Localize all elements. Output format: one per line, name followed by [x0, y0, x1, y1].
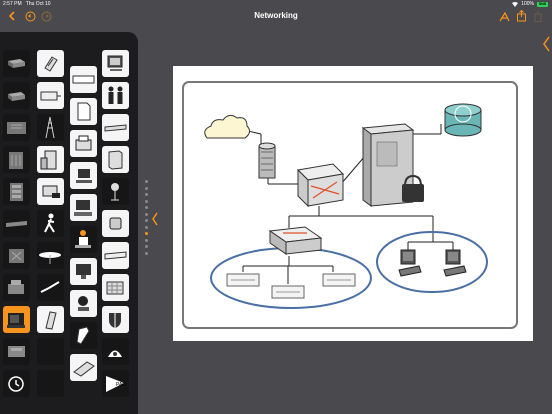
nav-bar: Networking — [0, 8, 552, 24]
laptop-icon[interactable] — [70, 290, 97, 317]
status-date: Thu Oct 10 — [25, 1, 51, 7]
fiber-switch-icon[interactable] — [3, 146, 30, 173]
page-dot[interactable] — [145, 186, 148, 190]
switch-icon — [268, 226, 323, 255]
ethernet-switch-icon[interactable] — [70, 66, 97, 93]
rack-unit-icon — [226, 273, 260, 287]
workstation-icon — [443, 249, 467, 277]
building-icon[interactable] — [37, 146, 64, 173]
trash-icon — [534, 11, 542, 22]
workstation-icon — [398, 249, 422, 277]
monitor-icon[interactable] — [70, 258, 97, 285]
page-dot[interactable] — [145, 238, 148, 242]
fax-icon[interactable] — [70, 130, 97, 157]
router-icon — [296, 163, 345, 208]
tablet-pc-icon[interactable] — [70, 354, 97, 381]
cable-icon[interactable] — [37, 274, 64, 301]
pad-sign-icon[interactable]: PAD — [102, 370, 129, 397]
satellite-dish-icon[interactable] — [37, 242, 64, 269]
network-diagram[interactable] — [173, 66, 533, 341]
trash-button[interactable] — [532, 10, 544, 22]
modem-icon[interactable] — [3, 82, 30, 109]
rack-unit-icon — [271, 285, 305, 299]
page-dot[interactable] — [145, 219, 148, 222]
notepad-icon[interactable] — [37, 50, 64, 77]
cable-box-icon[interactable] — [37, 82, 64, 109]
telephone-icon[interactable] — [102, 210, 129, 237]
clock-icon — [444, 103, 482, 137]
mux-icon[interactable] — [3, 114, 30, 141]
cloud-icon — [204, 114, 251, 139]
status-time: 2:57 PM — [3, 1, 22, 7]
document-title: Networking — [254, 11, 298, 20]
users-icon[interactable] — [102, 82, 129, 109]
battery-percent: 100% — [521, 1, 534, 7]
page-dot[interactable] — [145, 193, 148, 196]
external-drive-icon[interactable] — [3, 338, 30, 365]
share-icon — [516, 10, 526, 22]
pda-icon[interactable] — [37, 306, 64, 333]
desktop-user-icon[interactable] — [70, 226, 97, 253]
router-flat-icon[interactable] — [3, 50, 30, 77]
document-icon[interactable] — [70, 98, 97, 125]
shield-icon[interactable] — [102, 306, 129, 333]
lan-segment-ellipse — [376, 231, 488, 293]
walker-person-icon[interactable] — [37, 210, 64, 237]
terminal-icon[interactable] — [70, 194, 97, 221]
history-icon — [8, 376, 24, 392]
page-dot[interactable] — [145, 251, 148, 255]
battery-icon: SNS — [537, 1, 548, 7]
diagram-page[interactable] — [173, 66, 533, 341]
tools-button[interactable] — [498, 10, 510, 22]
svg-text:PAD: PAD — [116, 382, 126, 388]
tools-icon — [498, 11, 510, 21]
page-indicator[interactable] — [145, 180, 149, 258]
right-panel-handle[interactable] — [542, 36, 552, 52]
status-right: 100% SNS — [512, 1, 548, 7]
chevron-left-icon — [152, 212, 158, 226]
network-card-icon[interactable] — [3, 306, 30, 333]
page-dot[interactable] — [145, 225, 148, 229]
page-dot[interactable] — [145, 206, 148, 209]
cell-tower-icon[interactable] — [37, 114, 64, 141]
share-button[interactable] — [515, 10, 527, 22]
desktop-pc-icon[interactable] — [70, 162, 97, 189]
status-left: 2:57 PM Thu Oct 10 — [3, 1, 51, 7]
security-badge-icon[interactable] — [70, 322, 97, 349]
rack-unit-icon — [322, 273, 356, 287]
patch-panel-icon[interactable] — [3, 178, 30, 205]
server-tower-icon[interactable] — [102, 146, 129, 173]
page-dot[interactable] — [145, 199, 148, 203]
tablet-workstation-icon[interactable] — [102, 50, 129, 77]
shape-palette: PAD — [0, 32, 138, 414]
server-stack-icon[interactable] — [3, 210, 30, 237]
page-dot[interactable] — [145, 180, 148, 183]
dome-camera-icon[interactable] — [102, 338, 129, 365]
keyboard-icon[interactable] — [102, 274, 129, 301]
printer-icon[interactable] — [3, 274, 30, 301]
blank-slot[interactable] — [37, 338, 64, 365]
rack-unit-icon[interactable] — [102, 114, 129, 141]
wifi-icon — [512, 1, 519, 7]
ethernet-hub-icon[interactable] — [102, 242, 129, 269]
page-dot[interactable] — [145, 245, 148, 248]
page-dot-active[interactable] — [145, 232, 148, 235]
history-button[interactable] — [3, 370, 30, 397]
scanner-icon[interactable] — [3, 242, 30, 269]
page-dot[interactable] — [145, 212, 148, 216]
phone-icon[interactable] — [37, 178, 64, 205]
webcam-icon[interactable] — [102, 178, 129, 205]
palette-collapse-handle[interactable] — [152, 212, 158, 231]
firewall-icon — [258, 142, 276, 179]
chevron-left-icon — [543, 36, 550, 52]
blank-slot[interactable] — [37, 370, 64, 397]
